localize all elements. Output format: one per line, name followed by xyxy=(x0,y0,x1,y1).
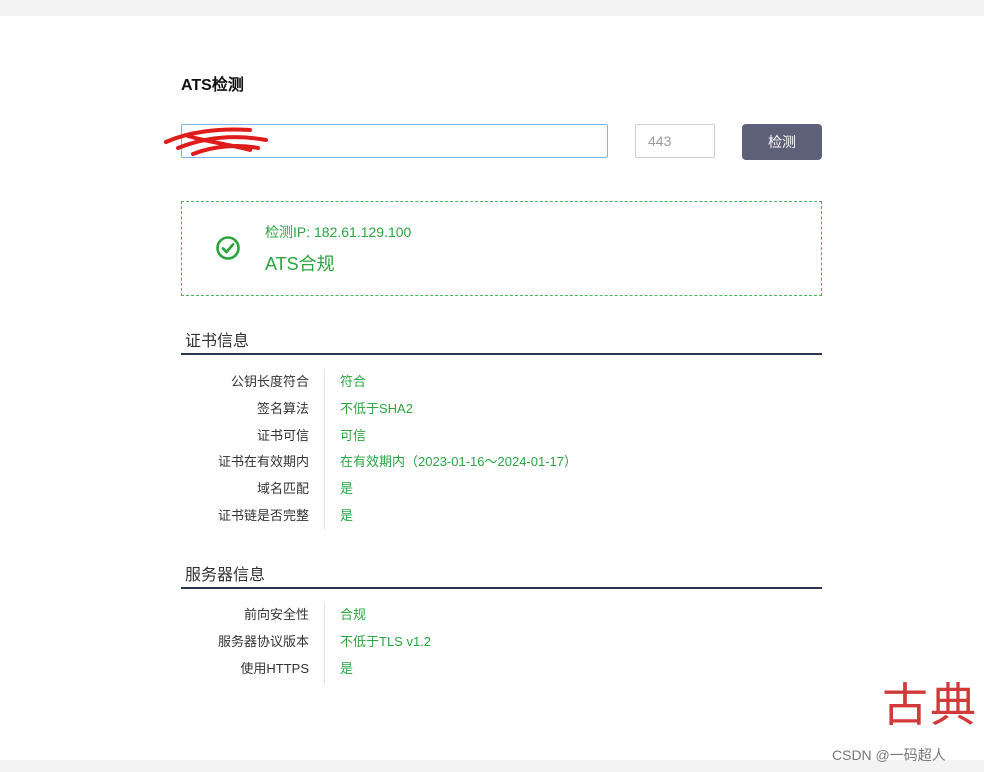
row-value: 是 xyxy=(340,660,354,676)
table-row: 域名匹配 是 xyxy=(181,476,822,503)
host-input[interactable] xyxy=(181,124,608,158)
csdn-watermark: CSDN @一码超人 xyxy=(832,747,946,763)
red-watermark: 古典 xyxy=(882,678,978,732)
row-key: 证书在有效期内 xyxy=(217,454,309,470)
check-circle-icon xyxy=(216,236,240,260)
row-key: 服务器协议版本 xyxy=(217,633,309,649)
table-row: 服务器协议版本 不低于TLS v1.2 xyxy=(181,629,822,656)
row-value: 是 xyxy=(340,507,354,523)
row-key: 证书可信 xyxy=(256,427,309,443)
row-key: 证书链是否完整 xyxy=(217,507,309,523)
result-box: 检测IP: 182.61.129.100 ATS合规 xyxy=(181,201,822,296)
cert-info-table: 公钥长度符合 符合 签名算法 不低于SHA2 证书可信 可信 证书在有效期内 在… xyxy=(181,369,822,530)
row-key: 公钥长度符合 xyxy=(230,374,309,389)
table-row: 签名算法 不低于SHA2 xyxy=(181,396,822,423)
row-value: 可信 xyxy=(340,427,367,443)
row-value: 合规 xyxy=(340,607,367,622)
row-value: 符合 xyxy=(340,374,367,389)
row-key: 使用HTTPS xyxy=(240,660,309,676)
table-row: 公钥长度符合 符合 xyxy=(181,369,822,396)
row-key: 域名匹配 xyxy=(256,481,309,497)
table-row: 证书链是否完整 是 xyxy=(181,503,822,530)
port-input[interactable] xyxy=(635,124,715,158)
server-info-table: 前向安全性 合规 服务器协议版本 不低于TLS v1.2 使用HTTPS 是 xyxy=(181,602,822,683)
row-key: 签名算法 xyxy=(256,400,309,416)
page-title: ATS检测 xyxy=(181,77,244,94)
table-row: 证书在有效期内 在有效期内（2023-01-16～2024-01-17） xyxy=(181,449,822,476)
row-value: 不低于TLS v1.2 xyxy=(340,633,432,649)
row-value: 不低于SHA2 xyxy=(340,400,413,416)
row-value: 是 xyxy=(340,481,354,497)
server-section-title: 服务器信息 xyxy=(181,561,822,589)
row-value: 在有效期内（2023-01-16～2024-01-17） xyxy=(340,454,577,470)
detected-ip: 检测IP: 182.61.129.100 xyxy=(265,224,412,240)
table-row: 证书可信 可信 xyxy=(181,423,822,450)
cert-section-title: 证书信息 xyxy=(181,327,822,355)
ats-status: ATS合规 xyxy=(265,254,335,274)
table-row: 前向安全性 合规 xyxy=(181,602,822,629)
check-button[interactable]: 检测 xyxy=(742,124,822,160)
table-row: 使用HTTPS 是 xyxy=(181,656,822,683)
row-key: 前向安全性 xyxy=(243,607,309,622)
